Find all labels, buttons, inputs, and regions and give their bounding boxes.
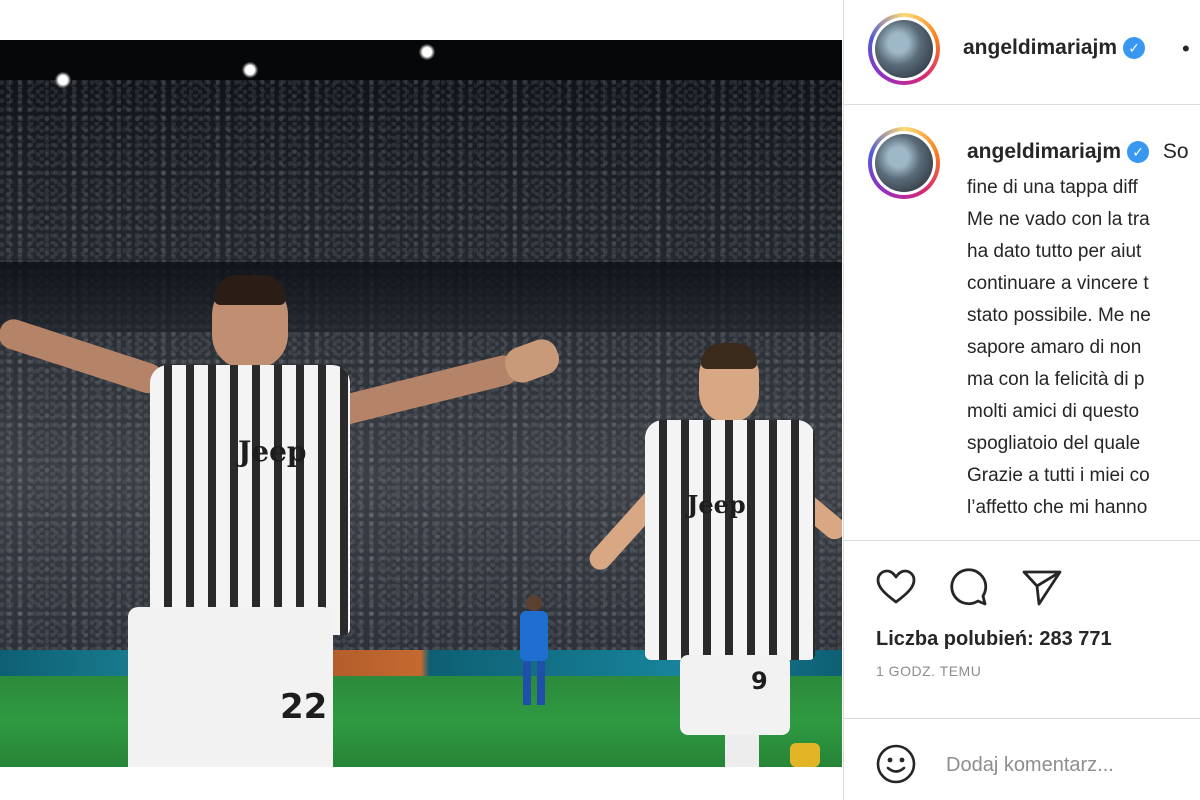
caption-text: fine di una tappa diff Me ne vado con la… xyxy=(967,172,1200,538)
heart-icon[interactable] xyxy=(874,566,918,610)
comment-bar xyxy=(844,718,1200,800)
caption-line: spogliatoio del quale xyxy=(967,433,1141,454)
caption-line: continuare a vincere t xyxy=(967,273,1149,294)
post-sidebar: angeldimariajm ✓ • angeldimariajm ✓ So fin… xyxy=(843,0,1200,800)
floodlight xyxy=(419,44,435,60)
actions-divider xyxy=(844,540,1200,541)
shorts-number: 22 xyxy=(280,687,328,727)
separator-dot: • xyxy=(1182,36,1190,61)
verified-badge-icon: ✓ xyxy=(1127,141,1150,164)
caption-line: ma con la felicità di p xyxy=(967,369,1145,390)
caption-first-line: So xyxy=(1162,140,1189,163)
caption-line: Grazie a tutti i miei co xyxy=(967,465,1150,486)
jersey-sponsor-text: Jeep xyxy=(687,490,746,519)
likes-count[interactable]: Liczba polubień: 283 771 xyxy=(876,628,1112,651)
caption-line: Me ne vado con la tra xyxy=(967,209,1150,230)
post-image[interactable]: Jeep 22 Jeep 9 xyxy=(0,40,842,767)
comment-input[interactable] xyxy=(946,748,1186,782)
author-username[interactable]: angeldimariajm xyxy=(963,36,1117,59)
caption-line: fine di una tappa diff xyxy=(967,177,1138,198)
header-divider xyxy=(844,104,1200,105)
floodlight xyxy=(55,72,71,88)
caption-line: stato possibile. Me ne xyxy=(967,305,1151,326)
emoji-icon[interactable] xyxy=(874,742,918,786)
post-header-author[interactable]: angeldimariajm ✓ xyxy=(963,36,1146,60)
player-celebrating: Jeep 22 xyxy=(0,235,570,767)
comment-icon[interactable] xyxy=(947,566,991,610)
caption-username[interactable]: angeldimariajm xyxy=(967,140,1121,163)
caption-header: angeldimariajm ✓ So xyxy=(967,140,1189,164)
floodlight xyxy=(242,62,258,78)
caption-line: l’affetto che mi hanno xyxy=(967,497,1148,518)
author-avatar[interactable] xyxy=(868,13,940,85)
shorts-number: 9 xyxy=(751,667,768,695)
verified-badge-icon: ✓ xyxy=(1123,37,1146,60)
jersey-sponsor-text: Jeep xyxy=(238,435,307,468)
caption-line: ha dato tutto per aiut xyxy=(967,241,1142,262)
caption-line: sapore amaro di non xyxy=(967,337,1142,358)
caption-author-avatar[interactable] xyxy=(868,127,940,199)
send-icon[interactable] xyxy=(1020,566,1064,610)
player-running: Jeep 9 xyxy=(575,343,842,767)
post-timestamp[interactable]: 1 GODZ. TEMU xyxy=(876,663,981,679)
caption-line: molti amici di questo xyxy=(967,401,1140,422)
